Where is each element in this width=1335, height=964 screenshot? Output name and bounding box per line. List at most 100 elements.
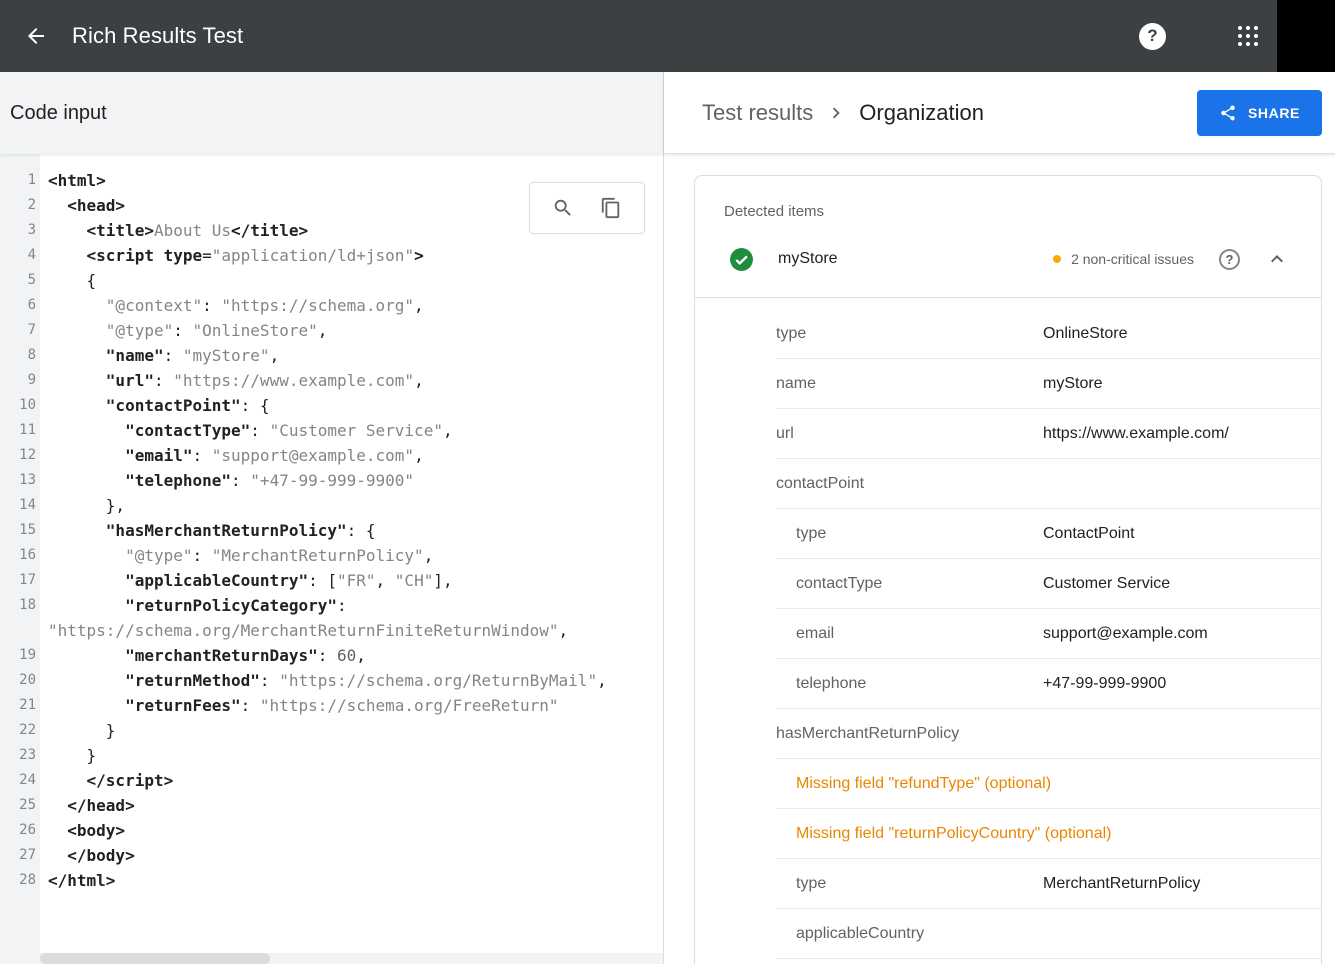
code-toolbar bbox=[529, 182, 645, 234]
app-title: Rich Results Test bbox=[72, 23, 243, 49]
main-content: Code input 1<html>2 <hea bbox=[0, 72, 1335, 964]
property-value: +47-99-999-9900 bbox=[1043, 675, 1166, 693]
code-line-content: "url": "https://www.example.com", bbox=[46, 368, 424, 393]
property-row: emailsupport@example.com bbox=[776, 609, 1321, 659]
code-line: 9 "url": "https://www.example.com", bbox=[0, 368, 663, 393]
line-number: 19 bbox=[0, 643, 46, 668]
code-line: 22 } bbox=[0, 718, 663, 743]
property-group-row: applicableCountry bbox=[776, 909, 1321, 959]
code-line: 28</html> bbox=[0, 868, 663, 893]
code-lines: 1<html>2 <head>3 <title>About Us</title>… bbox=[0, 154, 663, 953]
apps-grid-icon bbox=[1238, 26, 1258, 46]
line-number: 25 bbox=[0, 793, 46, 818]
breadcrumb: Test results Organization bbox=[702, 100, 984, 126]
code-line-content: <body> bbox=[46, 818, 125, 843]
line-number: 12 bbox=[0, 443, 46, 468]
back-button[interactable] bbox=[14, 14, 58, 58]
code-line-content: "applicableCountry": ["FR", "CH"], bbox=[46, 568, 453, 593]
code-line-content: </script> bbox=[46, 768, 173, 793]
issues-count: 2 non-critical issues bbox=[1071, 251, 1194, 267]
line-number: 24 bbox=[0, 768, 46, 793]
warning-text: Missing field "returnPolicyCountry" (opt… bbox=[796, 825, 1111, 843]
breadcrumb-current: Organization bbox=[859, 100, 984, 126]
line-number: 1 bbox=[0, 168, 46, 193]
search-button[interactable] bbox=[547, 192, 579, 224]
chevron-right-icon bbox=[825, 102, 847, 124]
line-number: 23 bbox=[0, 743, 46, 768]
line-number: 28 bbox=[0, 868, 46, 893]
line-number: 13 bbox=[0, 468, 46, 493]
code-line-content: "email": "support@example.com", bbox=[46, 443, 424, 468]
code-line: 11 "contactType": "Customer Service", bbox=[0, 418, 663, 443]
profile-area[interactable] bbox=[1277, 0, 1335, 72]
warning-text: Missing field "refundType" (optional) bbox=[796, 775, 1051, 793]
code-line-content: <script type="application/ld+json"> bbox=[46, 243, 424, 268]
detected-item-header[interactable]: myStore 2 non-critical issues ? bbox=[695, 221, 1321, 297]
property-label: hasMerchantReturnPolicy bbox=[776, 725, 959, 743]
success-check-icon bbox=[729, 247, 754, 272]
detected-item-name: myStore bbox=[778, 250, 838, 268]
line-number: 14 bbox=[0, 493, 46, 518]
code-input-panel: Code input 1<html>2 <hea bbox=[0, 72, 663, 964]
line-number: 3 bbox=[0, 218, 46, 243]
code-line-content: "merchantReturnDays": 60, bbox=[46, 643, 366, 668]
code-line: 21 "returnFees": "https://schema.org/Fre… bbox=[0, 693, 663, 718]
line-number bbox=[0, 618, 46, 643]
code-line: 27 </body> bbox=[0, 843, 663, 868]
code-line: 15 "hasMerchantReturnPolicy": { bbox=[0, 518, 663, 543]
property-label: applicableCountry bbox=[776, 925, 924, 943]
code-line-content: "name": "myStore", bbox=[46, 343, 279, 368]
property-label: name bbox=[776, 375, 1043, 393]
horizontal-scrollbar[interactable] bbox=[40, 953, 663, 964]
code-line-content: "@context": "https://schema.org", bbox=[46, 293, 424, 318]
code-line-content: { bbox=[46, 268, 96, 293]
property-group-row: contactPoint bbox=[776, 459, 1321, 509]
property-row: typeOnlineStore bbox=[776, 309, 1321, 359]
code-line: 10 "contactPoint": { bbox=[0, 393, 663, 418]
code-line: 7 "@type": "OnlineStore", bbox=[0, 318, 663, 343]
code-line-content: <html> bbox=[46, 168, 106, 193]
warning-row: Missing field "refundType" (optional) bbox=[776, 759, 1321, 809]
code-line: 14 }, bbox=[0, 493, 663, 518]
code-line-content: }, bbox=[46, 493, 125, 518]
line-number: 9 bbox=[0, 368, 46, 393]
app-header: Rich Results Test ? bbox=[0, 0, 1335, 72]
breadcrumb-test-results[interactable]: Test results bbox=[702, 100, 813, 126]
item-help-icon[interactable]: ? bbox=[1219, 249, 1240, 270]
line-number: 17 bbox=[0, 568, 46, 593]
code-line: 24 </script> bbox=[0, 768, 663, 793]
results-header: Test results Organization SHARE bbox=[664, 72, 1335, 154]
help-icon: ? bbox=[1139, 23, 1166, 50]
code-editor[interactable]: 1<html>2 <head>3 <title>About Us</title>… bbox=[0, 154, 663, 964]
share-button[interactable]: SHARE bbox=[1197, 90, 1322, 136]
apps-grid-button[interactable] bbox=[1238, 26, 1258, 46]
code-line: 4 <script type="application/ld+json"> bbox=[0, 243, 663, 268]
property-label: contactPoint bbox=[776, 475, 864, 493]
line-number: 5 bbox=[0, 268, 46, 293]
line-number: 7 bbox=[0, 318, 46, 343]
line-number: 11 bbox=[0, 418, 46, 443]
property-row: telephone+47-99-999-9900 bbox=[776, 659, 1321, 709]
horizontal-scrollbar-thumb[interactable] bbox=[40, 953, 270, 964]
code-line-content: "returnMethod": "https://schema.org/Retu… bbox=[46, 668, 607, 693]
code-line-content: } bbox=[46, 743, 96, 768]
code-line: 13 "telephone": "+47-99-999-9900" bbox=[0, 468, 663, 493]
property-label: type bbox=[776, 325, 1043, 343]
property-group-row: hasMerchantReturnPolicy bbox=[776, 709, 1321, 759]
back-arrow-icon bbox=[24, 24, 48, 48]
chevron-up-icon[interactable] bbox=[1265, 247, 1289, 271]
line-number: 2 bbox=[0, 193, 46, 218]
warning-dot-icon bbox=[1053, 255, 1061, 263]
code-line-content: "@type": "OnlineStore", bbox=[46, 318, 327, 343]
property-label: url bbox=[776, 425, 1043, 443]
property-label: contactType bbox=[776, 575, 1043, 593]
copy-button[interactable] bbox=[595, 192, 627, 224]
detected-rows: typeOnlineStorenamemyStoreurlhttps://www… bbox=[776, 298, 1321, 959]
line-number: 27 bbox=[0, 843, 46, 868]
code-line-content: "telephone": "+47-99-999-9900" bbox=[46, 468, 414, 493]
line-number: 15 bbox=[0, 518, 46, 543]
property-value: ContactPoint bbox=[1043, 525, 1135, 543]
property-label: type bbox=[776, 525, 1043, 543]
line-number: 22 bbox=[0, 718, 46, 743]
help-button[interactable]: ? bbox=[1139, 23, 1166, 50]
